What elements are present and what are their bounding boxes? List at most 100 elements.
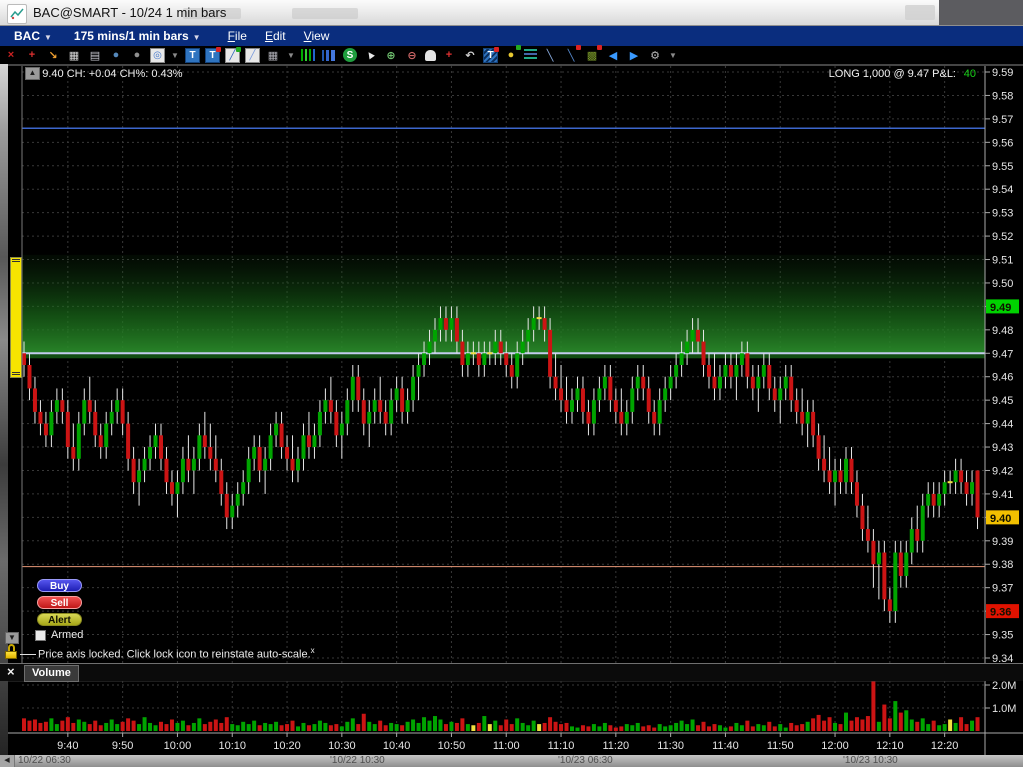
candle-body bbox=[378, 400, 383, 412]
price-axis-label: 9.57 bbox=[992, 114, 1013, 126]
candle-body bbox=[789, 376, 794, 401]
volume-bar bbox=[137, 724, 142, 731]
volume-bar bbox=[159, 721, 163, 731]
candle-body bbox=[208, 447, 213, 459]
candle-body bbox=[597, 388, 602, 401]
candle-body bbox=[191, 458, 196, 471]
candle-body bbox=[548, 329, 553, 377]
candle-body bbox=[800, 411, 805, 424]
candle-body bbox=[520, 341, 525, 354]
volume-bar bbox=[400, 725, 405, 731]
candle-body bbox=[663, 388, 668, 401]
candle-body bbox=[811, 411, 816, 436]
volume-bar bbox=[38, 722, 43, 731]
candle-body bbox=[756, 376, 761, 389]
volume-bar bbox=[71, 722, 76, 731]
candle-body bbox=[32, 388, 37, 412]
candle-body bbox=[279, 423, 284, 448]
last-price-status: L: 9.40 CH: +0.04 CH%: 0.43% bbox=[30, 68, 183, 80]
volume-bar bbox=[449, 721, 454, 731]
price-marker-value: 9.49 bbox=[990, 302, 1011, 314]
volume-bar bbox=[389, 722, 394, 731]
candle-body bbox=[942, 482, 947, 494]
candle-body bbox=[427, 341, 432, 354]
volume-bar bbox=[915, 721, 920, 731]
volume-close-icon[interactable]: × bbox=[7, 664, 15, 679]
candle-body bbox=[690, 329, 695, 342]
volume-bar bbox=[838, 724, 843, 731]
volume-bar bbox=[126, 718, 131, 731]
volume-bar bbox=[816, 714, 821, 731]
volume-bar bbox=[104, 722, 109, 731]
volume-bar bbox=[411, 719, 416, 731]
volume-bar bbox=[186, 725, 191, 731]
candle-body bbox=[153, 435, 158, 448]
volume-bar bbox=[937, 725, 942, 731]
candle-body bbox=[624, 411, 629, 424]
price-axis-label: 9.51 bbox=[992, 255, 1013, 267]
volume-bar bbox=[844, 712, 848, 731]
candle-body bbox=[197, 435, 202, 459]
volume-bar bbox=[197, 718, 202, 731]
volume-bar bbox=[619, 726, 624, 731]
candle-body bbox=[334, 411, 339, 436]
price-axis-label: 9.59 bbox=[992, 67, 1013, 79]
candle-body bbox=[43, 423, 48, 436]
candle-body bbox=[317, 411, 322, 436]
time-axis-label: 11:30 bbox=[657, 740, 684, 752]
candle-body bbox=[564, 400, 569, 412]
price-axis-label: 9.54 bbox=[992, 184, 1013, 196]
time-scrollbar[interactable]: ◀ 10/22 06:30 '10/22 10:30 '10/23 06:30 '10… bbox=[0, 755, 1023, 767]
time-axis-label: 11:00 bbox=[493, 740, 520, 752]
scroll-left-button[interactable]: ◀ bbox=[0, 755, 15, 767]
volume-bar bbox=[926, 724, 931, 731]
price-axis-label: 9.53 bbox=[992, 208, 1013, 220]
candle-body bbox=[257, 447, 262, 471]
candle-body bbox=[301, 435, 306, 459]
price-axis-label: 9.56 bbox=[992, 137, 1013, 149]
candle-body bbox=[131, 458, 136, 483]
price-axis-label: 9.55 bbox=[992, 161, 1013, 173]
candle-body bbox=[76, 423, 81, 459]
candle-body bbox=[679, 353, 684, 365]
candle-body bbox=[60, 400, 65, 412]
buy-button[interactable]: Buy bbox=[37, 579, 82, 592]
candle-body bbox=[252, 447, 257, 459]
candle-body bbox=[449, 318, 454, 330]
scroll-down-button[interactable]: ▼ bbox=[5, 632, 19, 644]
volume-bar bbox=[717, 725, 722, 731]
volume-bar bbox=[82, 721, 87, 731]
volume-bar bbox=[520, 722, 525, 731]
volume-bar bbox=[559, 724, 564, 731]
price-axis-label: 9.52 bbox=[992, 231, 1013, 243]
volume-bar bbox=[822, 720, 827, 731]
armed-checkbox[interactable] bbox=[35, 629, 46, 641]
volume-bar bbox=[416, 722, 421, 731]
volume-bar bbox=[613, 727, 618, 731]
candle-body bbox=[306, 435, 311, 448]
doji-tick bbox=[536, 317, 542, 320]
volume-bar bbox=[465, 724, 470, 731]
lock-icon[interactable] bbox=[4, 644, 18, 660]
dismiss-message-x[interactable]: x bbox=[311, 646, 315, 655]
volume-bar bbox=[668, 725, 673, 731]
price-marker-value: 9.36 bbox=[990, 607, 1011, 619]
lock-shackle bbox=[7, 644, 15, 651]
volume-bar bbox=[630, 725, 635, 731]
volume-bar bbox=[756, 724, 761, 731]
candle-body bbox=[745, 353, 750, 377]
volume-pane-tab[interactable]: Volume bbox=[24, 665, 79, 682]
volume-bar bbox=[350, 718, 355, 731]
alert-button[interactable]: Alert bbox=[37, 613, 82, 626]
thumb-grip bbox=[12, 372, 20, 376]
price-range-thumb[interactable] bbox=[10, 257, 22, 378]
volume-bar bbox=[909, 719, 914, 731]
sell-button[interactable]: Sell bbox=[37, 596, 82, 609]
volume-bar bbox=[772, 726, 777, 731]
volume-bar bbox=[542, 722, 547, 731]
candle-body bbox=[241, 482, 246, 494]
scroll-up-button[interactable]: ▲ bbox=[25, 67, 40, 80]
candle-body bbox=[137, 470, 142, 483]
volume-bar bbox=[876, 721, 881, 731]
candle-body bbox=[822, 458, 827, 471]
